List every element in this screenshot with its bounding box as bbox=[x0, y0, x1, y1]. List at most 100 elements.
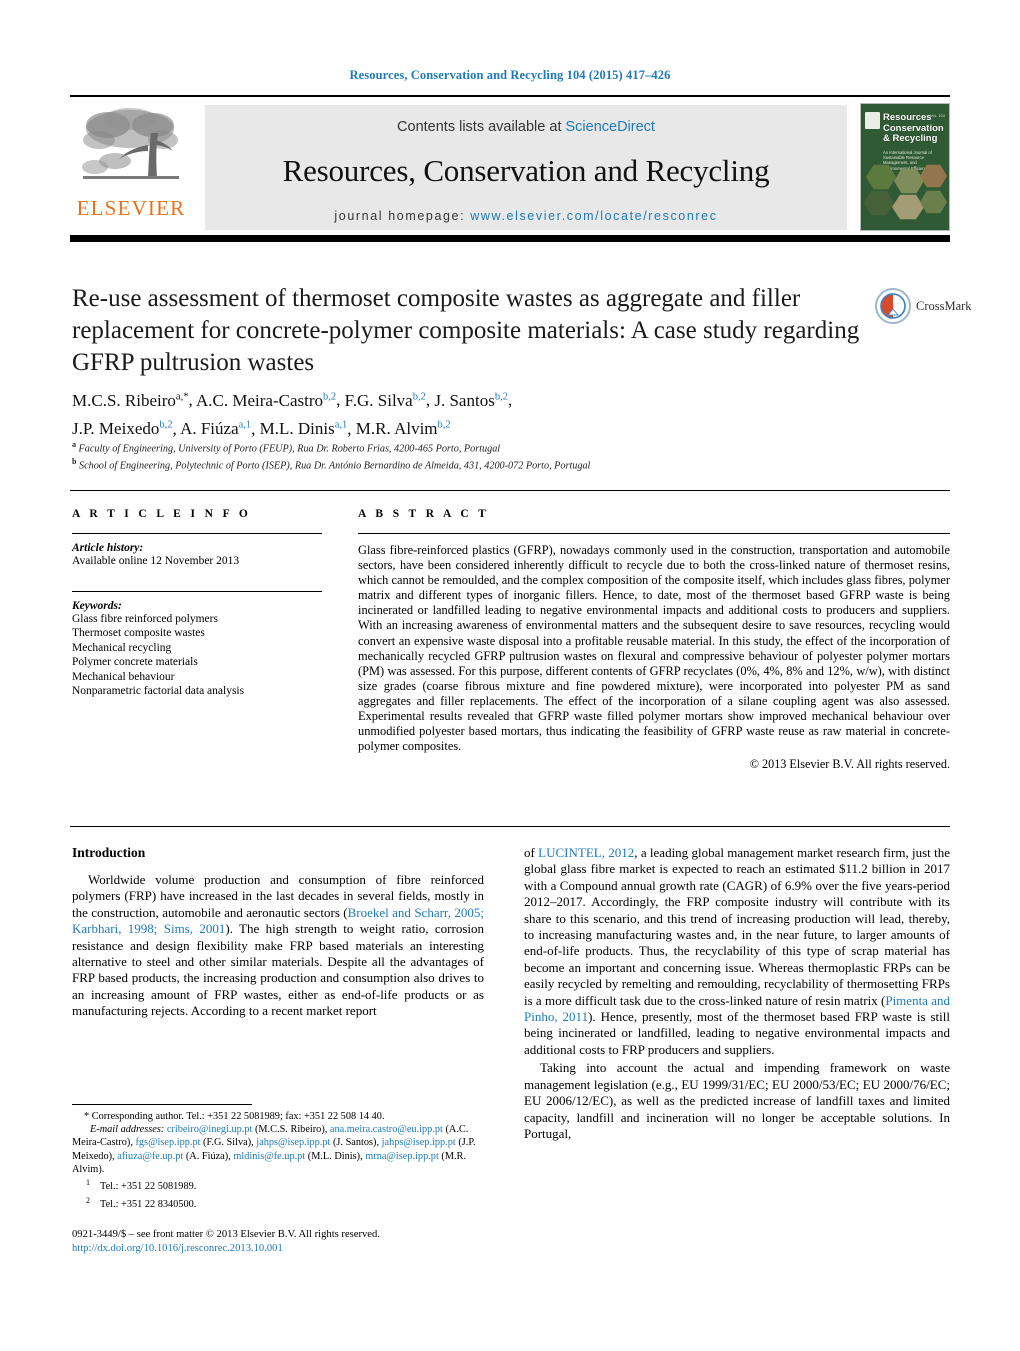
cover-elsevier-mark bbox=[865, 112, 880, 129]
body-column-right: of LUCINTEL, 2012, a leading global mana… bbox=[524, 845, 950, 1144]
contents-available-line: Contents lists available at ScienceDirec… bbox=[205, 119, 847, 135]
author-name: F.G. Silva bbox=[344, 390, 413, 410]
footnote-marker: 1 bbox=[86, 1178, 90, 1188]
imprint-block: 0921-3449/$ – see front matter © 2013 El… bbox=[72, 1228, 502, 1256]
author-entry[interactable]: A.C. Meira-Castrob,2 bbox=[196, 391, 336, 410]
cover-title: Resources Conservation & Recycling bbox=[883, 112, 944, 144]
author-affil-mark: b,2 bbox=[437, 419, 451, 431]
author-entry[interactable]: M.C.S. Ribeiroa,* bbox=[72, 391, 188, 410]
author-name: M.L. Dinis bbox=[259, 419, 335, 439]
affiliation-text: School of Engineering, Polytechnic of Po… bbox=[79, 460, 591, 472]
author-affil-mark: b,2 bbox=[494, 391, 508, 402]
email-addresses-label: E-mail addresses: bbox=[90, 1124, 165, 1136]
affiliation-mark: a bbox=[72, 440, 76, 449]
author-name: J.P. Meixedo bbox=[72, 419, 160, 439]
author-entry[interactable]: F.G. Silvab,2 bbox=[345, 391, 426, 410]
email-link[interactable]: jahps@isep.ipp.pt bbox=[256, 1137, 330, 1148]
page-title: Re-use assessment of thermoset composite… bbox=[72, 285, 860, 376]
section-heading-introduction: Introduction bbox=[72, 845, 146, 860]
email-owner: (J. Santos), bbox=[333, 1137, 380, 1149]
journal-band: Contents lists available at ScienceDirec… bbox=[205, 105, 847, 230]
abstract-band-bottom-rule bbox=[70, 826, 950, 827]
keyword-item: Glass fibre reinforced polymers bbox=[72, 612, 218, 625]
crossmark-badge[interactable]: CrossMark bbox=[875, 288, 972, 324]
doi-link[interactable]: http://dx.doi.org/10.1016/j.resconrec.20… bbox=[72, 1242, 502, 1256]
email-owner: (F.G. Silva), bbox=[203, 1137, 254, 1149]
author-entry[interactable]: A. Fiúzaa,1 bbox=[180, 419, 251, 438]
footnote-tel-2: 2 Tel.: +351 22 8340500. bbox=[72, 1194, 492, 1212]
footnote-tel-text: Tel.: +351 22 8340500. bbox=[100, 1199, 197, 1211]
author-name: A. Fiúza bbox=[180, 419, 239, 439]
keywords-group: Keywords: Glass fibre reinforced polymer… bbox=[72, 600, 322, 699]
email-link[interactable]: mldinis@fe.up.pt bbox=[233, 1151, 305, 1162]
paragraph-part: , a leading global management market res… bbox=[524, 845, 950, 1008]
email-link[interactable]: mrna@isep.ipp.pt bbox=[365, 1151, 439, 1162]
affiliations: a Faculty of Engineering, University of … bbox=[72, 438, 932, 473]
masthead-bottom-rule bbox=[70, 235, 950, 242]
body-column-left: Introduction Worldwide volume production… bbox=[72, 845, 484, 1022]
journal-homepage-line: journal homepage: www.elsevier.com/locat… bbox=[205, 209, 847, 223]
author-name: J. Santos bbox=[434, 390, 495, 410]
affiliation-item: b School of Engineering, Polytechnic of … bbox=[72, 455, 932, 472]
email-link[interactable]: ana.meira.castro@eu.ipp.pt bbox=[330, 1124, 443, 1135]
author-name: M.R. Alvim bbox=[355, 419, 438, 439]
email-owner: (M.L. Dinis), bbox=[307, 1150, 363, 1162]
email-owner: (A. Fiúza), bbox=[185, 1150, 231, 1162]
footnotes: * Corresponding author. Tel.: +351 22 50… bbox=[72, 1110, 492, 1211]
keyword-item: Nonparametric factorial data analysis bbox=[72, 685, 245, 697]
keyword-item: Mechanical recycling bbox=[72, 641, 172, 654]
footnote-tel-text: Tel.: +351 22 5081989. bbox=[100, 1181, 197, 1193]
email-owner: (M.C.S. Ribeiro), bbox=[254, 1124, 328, 1136]
footnote-marker: 2 bbox=[86, 1195, 90, 1205]
crossmark-label: CrossMark bbox=[916, 298, 972, 313]
affiliation-item: a Faculty of Engineering, University of … bbox=[72, 438, 932, 455]
author-affil-mark: a,* bbox=[175, 391, 189, 402]
citation-link[interactable]: LUCINTEL, 2012 bbox=[538, 845, 634, 860]
paragraph: of LUCINTEL, 2012, a leading global mana… bbox=[524, 845, 950, 1058]
elsevier-logo: ELSEVIER bbox=[70, 103, 192, 231]
article-info-heading: A R T I C L E I N F O bbox=[72, 508, 252, 520]
article-info-rule bbox=[72, 533, 322, 534]
affiliation-mark: b bbox=[72, 457, 77, 467]
footnote-rule bbox=[72, 1104, 252, 1105]
homepage-url-link[interactable]: www.elsevier.com/locate/resconrec bbox=[470, 209, 717, 223]
author-list: M.C.S. Ribeiroa,*, A.C. Meira-Castrob,2,… bbox=[72, 390, 513, 439]
email-link[interactable]: jahps@isep.ipp.pt bbox=[382, 1137, 456, 1148]
homepage-label: journal homepage: bbox=[334, 209, 466, 223]
elsevier-wordmark: ELSEVIER bbox=[76, 196, 186, 220]
asterisk-icon: * bbox=[84, 1111, 90, 1122]
keyword-item: Mechanical behaviour bbox=[72, 670, 175, 683]
abstract-band-top-rule bbox=[70, 490, 950, 491]
keyword-item: Thermoset composite wastes bbox=[72, 627, 205, 639]
abstract-rule bbox=[358, 533, 950, 534]
author-name: A.C. Meira-Castro bbox=[196, 390, 324, 410]
author-affil-mark: b,2 bbox=[412, 391, 426, 402]
email-link[interactable]: fgs@isep.ipp.pt bbox=[135, 1137, 200, 1148]
journal-masthead: ELSEVIER Contents lists available at Sci… bbox=[70, 95, 950, 243]
crossmark-icon bbox=[875, 288, 911, 324]
sciencedirect-link[interactable]: ScienceDirect bbox=[566, 119, 655, 135]
masthead-top-rule bbox=[70, 95, 950, 97]
abstract-copyright: © 2013 Elsevier B.V. All rights reserved… bbox=[749, 757, 950, 772]
article-info-column: A R T I C L E I N F O Article history: A… bbox=[72, 508, 322, 699]
paragraph-part: ). Hence, presently, most of the thermos… bbox=[524, 1009, 951, 1057]
corresponding-author-text: Corresponding author. Tel.: +351 22 5081… bbox=[91, 1111, 385, 1122]
author-entry[interactable]: J. Santosb,2 bbox=[434, 391, 508, 410]
paragraph: Worldwide volume production and consumpt… bbox=[72, 872, 484, 1020]
email-link[interactable]: afiuza@fe.up.pt bbox=[117, 1151, 183, 1162]
elsevier-tree-icon bbox=[82, 108, 179, 179]
issn-copyright-line: 0921-3449/$ – see front matter © 2013 El… bbox=[72, 1229, 380, 1240]
email-link[interactable]: cribeiro@inegi.up.pt bbox=[167, 1124, 253, 1135]
journal-title: Resources, Conservation and Recycling bbox=[282, 153, 770, 188]
abstract-column: A B S T R A C T Glass fibre-reinforced p… bbox=[358, 508, 950, 772]
article-history-group: Article history: Available online 12 Nov… bbox=[72, 542, 322, 569]
author-entry[interactable]: M.L. Dinisa,1 bbox=[260, 419, 348, 438]
author-entry[interactable]: J.P. Meixedob,2 bbox=[72, 419, 173, 438]
author-entry[interactable]: M.R. Alvimb,2 bbox=[356, 419, 451, 438]
affiliation-text: Faculty of Engineering, University of Po… bbox=[78, 443, 501, 455]
footnote-corresponding-author: * Corresponding author. Tel.: +351 22 50… bbox=[72, 1110, 492, 1123]
author-affil-mark: a,1 bbox=[334, 419, 348, 431]
abstract-heading: A B S T R A C T bbox=[358, 508, 490, 520]
abstract-text: Glass fibre-reinforced plastics (GFRP), … bbox=[358, 543, 950, 754]
cover-artwork: Vol. 104 Resources Conservation & Recycl… bbox=[861, 104, 949, 230]
